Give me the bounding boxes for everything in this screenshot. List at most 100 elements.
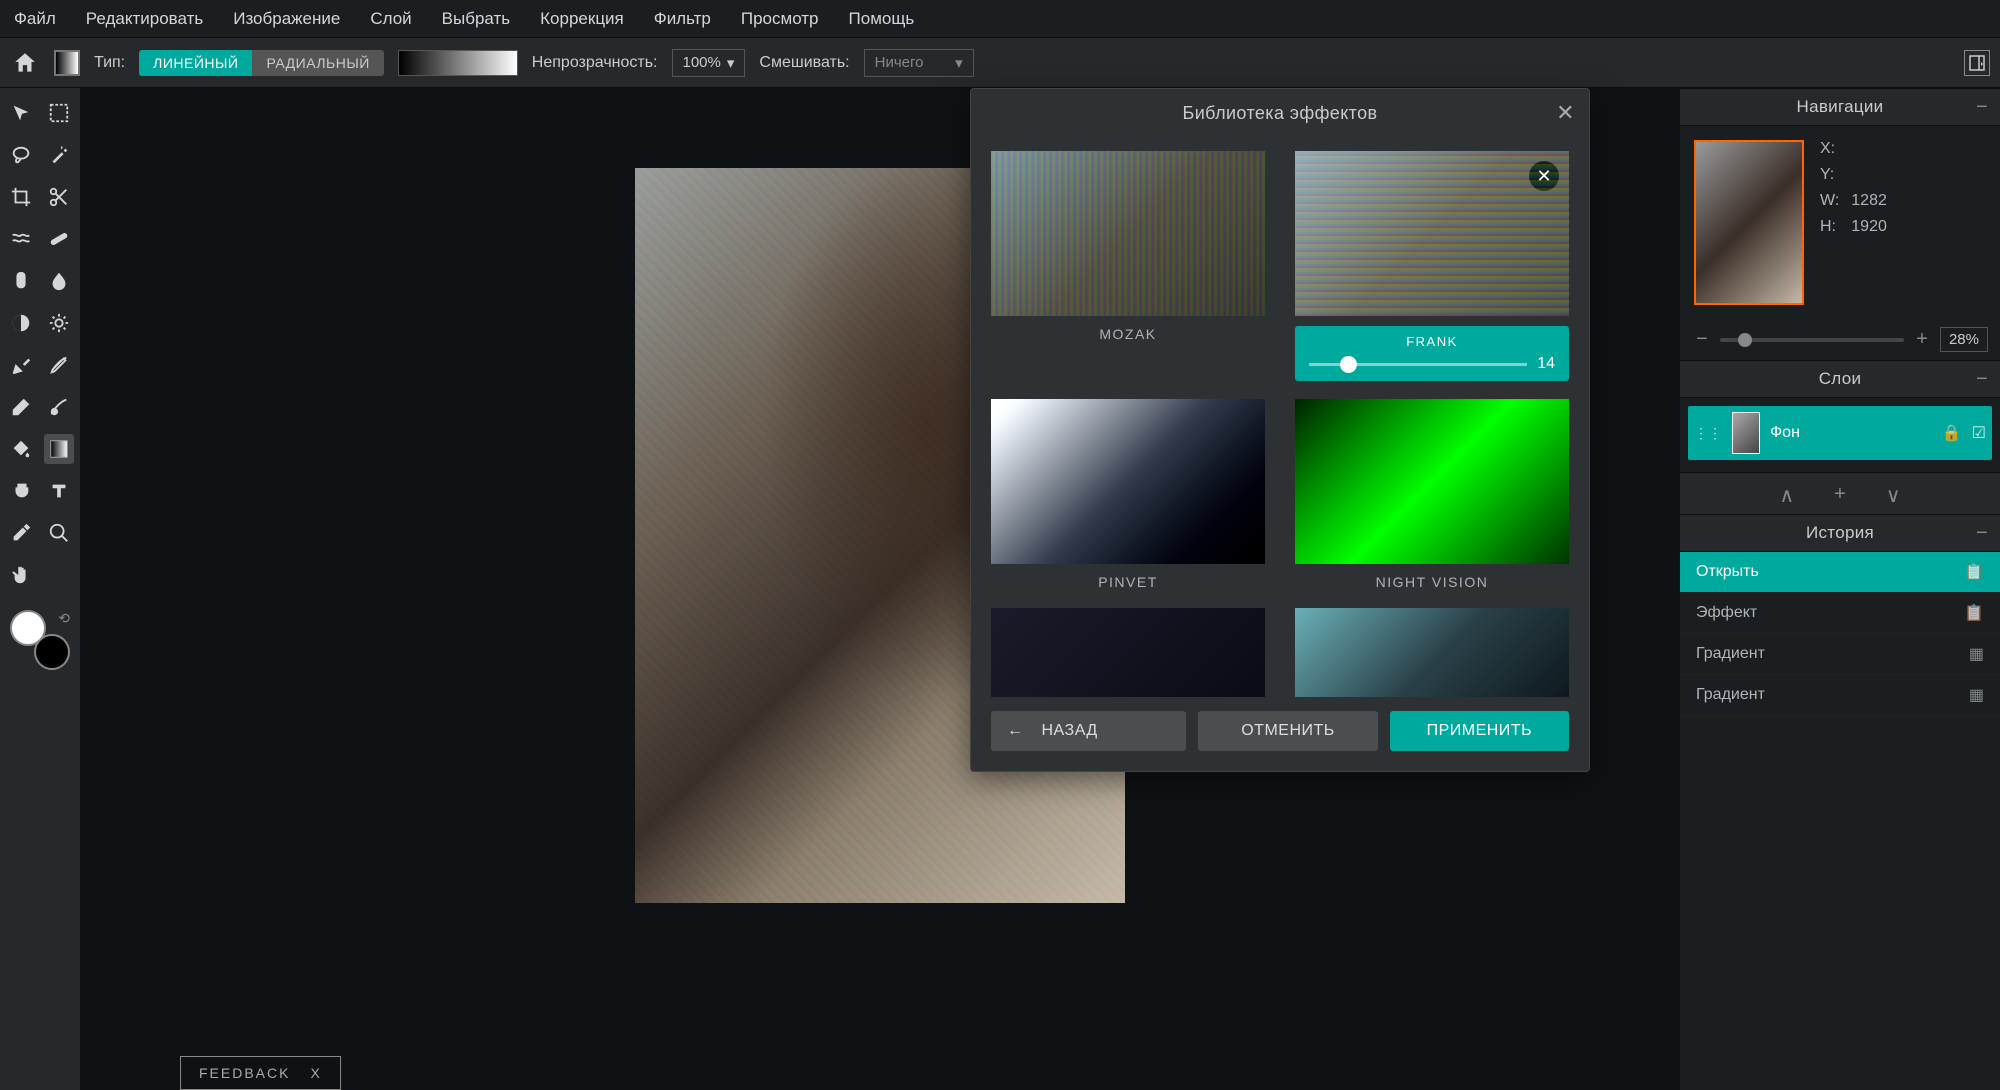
liquify-tool-icon[interactable]: [6, 224, 36, 254]
back-button[interactable]: ← НАЗАД: [991, 711, 1186, 751]
effect-night-vision[interactable]: NIGHT VISION: [1295, 399, 1569, 590]
foreground-color[interactable]: [10, 610, 46, 646]
layer-add-icon[interactable]: +: [1834, 483, 1846, 508]
effect-preview-partial[interactable]: [991, 608, 1265, 697]
sharpen-tool-icon[interactable]: [44, 308, 74, 338]
nav-x-label: X:: [1820, 140, 1835, 158]
apply-button[interactable]: ПРИМЕНИТЬ: [1390, 711, 1569, 751]
opacity-label: Непрозрачность:: [532, 54, 658, 72]
effect-label: MOZAK: [1099, 326, 1156, 342]
zoom-slider[interactable]: [1720, 338, 1904, 342]
zoom-out-button[interactable]: −: [1692, 328, 1712, 351]
menu-edit[interactable]: Редактировать: [86, 9, 203, 29]
history-item[interactable]: Открыть 📋: [1680, 552, 2000, 593]
brush-tool-icon[interactable]: [6, 266, 36, 296]
gradient-preview[interactable]: [398, 50, 518, 76]
menu-select[interactable]: Выбрать: [442, 9, 510, 29]
feedback-tab[interactable]: FEEDBACK X: [180, 1056, 341, 1090]
text-tool-icon[interactable]: [44, 476, 74, 506]
blend-dropdown[interactable]: Ничего ▾: [864, 49, 974, 77]
effect-preview-partial[interactable]: [1295, 608, 1569, 697]
effect-preview[interactable]: [1295, 399, 1569, 564]
zoom-value[interactable]: 28%: [1940, 327, 1988, 352]
type-radial[interactable]: РАДИАЛЬНЫЙ: [252, 50, 383, 76]
toggle-panels-icon[interactable]: [1964, 50, 1990, 76]
hand-tool-icon[interactable]: [6, 560, 36, 590]
gradient-swatch[interactable]: [54, 50, 80, 76]
effect-mozak[interactable]: MOZAK: [991, 151, 1265, 381]
slider-knob[interactable]: [1340, 356, 1357, 373]
zoom-slider-knob[interactable]: [1738, 333, 1752, 347]
layer-name[interactable]: Фон: [1770, 424, 1932, 442]
zoom-tool-icon[interactable]: [44, 518, 74, 548]
gradient-type-toggle[interactable]: ЛИНЕЙНЫЙ РАДИАЛЬНЫЙ: [139, 50, 384, 76]
menu-help[interactable]: Помощь: [849, 9, 915, 29]
pen-tool-icon[interactable]: [6, 350, 36, 380]
menu-adjust[interactable]: Коррекция: [540, 9, 624, 29]
zoom-in-button[interactable]: +: [1912, 328, 1932, 351]
marquee-tool-icon[interactable]: [44, 98, 74, 128]
dodge-tool-icon[interactable]: [6, 308, 36, 338]
blur-tool-icon[interactable]: [44, 266, 74, 296]
color-swatches[interactable]: ⟲: [10, 610, 70, 670]
fill-tool-icon[interactable]: [6, 434, 36, 464]
effect-preview[interactable]: [991, 608, 1265, 697]
nav-w-label: W:: [1820, 192, 1839, 210]
arrow-left-icon: ←: [1007, 722, 1024, 740]
feedback-close-icon[interactable]: X: [310, 1065, 321, 1081]
lock-icon[interactable]: 🔒: [1942, 423, 1962, 443]
scissors-tool-icon[interactable]: [44, 182, 74, 212]
layer-row[interactable]: ⋮⋮ Фон 🔒 ☑: [1688, 406, 1992, 460]
layer-down-icon[interactable]: ∨: [1886, 483, 1901, 508]
replace-color-tool-icon[interactable]: [44, 392, 74, 422]
history-item[interactable]: Эффект 📋: [1680, 593, 2000, 634]
layers-panel-header[interactable]: Слои −: [1680, 360, 2000, 398]
menu-layer[interactable]: Слой: [370, 9, 411, 29]
deselect-effect-icon[interactable]: ✕: [1529, 161, 1559, 191]
clone-tool-icon[interactable]: [6, 476, 36, 506]
menu-filter[interactable]: Фильтр: [654, 9, 711, 29]
menu-image[interactable]: Изображение: [233, 9, 340, 29]
swap-colors-icon[interactable]: ⟲: [58, 610, 70, 627]
history-panel: Открыть 📋 Эффект 📋 Градиент ▦ Градиент ▦: [1680, 552, 2000, 1090]
eraser-tool-icon[interactable]: [6, 392, 36, 422]
collapse-icon[interactable]: −: [1976, 96, 1988, 119]
menubar: Файл Редактировать Изображение Слой Выбр…: [0, 0, 2000, 38]
toolbar: ⟲: [0, 88, 80, 1090]
effect-preview[interactable]: [991, 151, 1265, 316]
heal-tool-icon[interactable]: [44, 224, 74, 254]
collapse-icon[interactable]: −: [1976, 522, 1988, 545]
navigation-panel-header[interactable]: Навигации −: [1680, 88, 2000, 126]
effect-preview[interactable]: [991, 399, 1265, 564]
effect-preview[interactable]: [1295, 608, 1569, 697]
layer-thumbnail[interactable]: [1732, 412, 1760, 454]
move-tool-icon[interactable]: [6, 98, 36, 128]
effect-pinvet[interactable]: PINVET: [991, 399, 1265, 590]
menu-view[interactable]: Просмотр: [741, 9, 819, 29]
type-linear[interactable]: ЛИНЕЙНЫЙ: [139, 50, 252, 76]
home-icon[interactable]: [10, 48, 40, 78]
layer-up-icon[interactable]: ∧: [1780, 483, 1795, 508]
opacity-dropdown[interactable]: 100% ▾: [672, 49, 746, 77]
layers-icon: ▦: [1969, 644, 1984, 664]
visibility-checkbox-icon[interactable]: ☑: [1972, 423, 1986, 443]
history-item-label: Градиент: [1696, 645, 1765, 663]
pencil-tool-icon[interactable]: [44, 350, 74, 380]
close-icon[interactable]: ✕: [1556, 100, 1575, 126]
nav-thumbnail[interactable]: [1694, 140, 1804, 305]
effect-intensity-slider[interactable]: [1309, 363, 1527, 366]
effect-preview[interactable]: ✕: [1295, 151, 1569, 316]
collapse-icon[interactable]: −: [1976, 368, 1988, 391]
history-item[interactable]: Градиент ▦: [1680, 675, 2000, 716]
wand-tool-icon[interactable]: [44, 140, 74, 170]
crop-tool-icon[interactable]: [6, 182, 36, 212]
history-panel-header[interactable]: История −: [1680, 514, 2000, 552]
lasso-tool-icon[interactable]: [6, 140, 36, 170]
layer-handle-icon[interactable]: ⋮⋮: [1694, 425, 1722, 442]
history-item[interactable]: Градиент ▦: [1680, 634, 2000, 675]
effect-frank[interactable]: ✕ FRANK 14: [1295, 151, 1569, 381]
gradient-tool-icon[interactable]: [44, 434, 74, 464]
cancel-button[interactable]: ОТМЕНИТЬ: [1198, 711, 1377, 751]
eyedropper-tool-icon[interactable]: [6, 518, 36, 548]
menu-file[interactable]: Файл: [14, 9, 56, 29]
